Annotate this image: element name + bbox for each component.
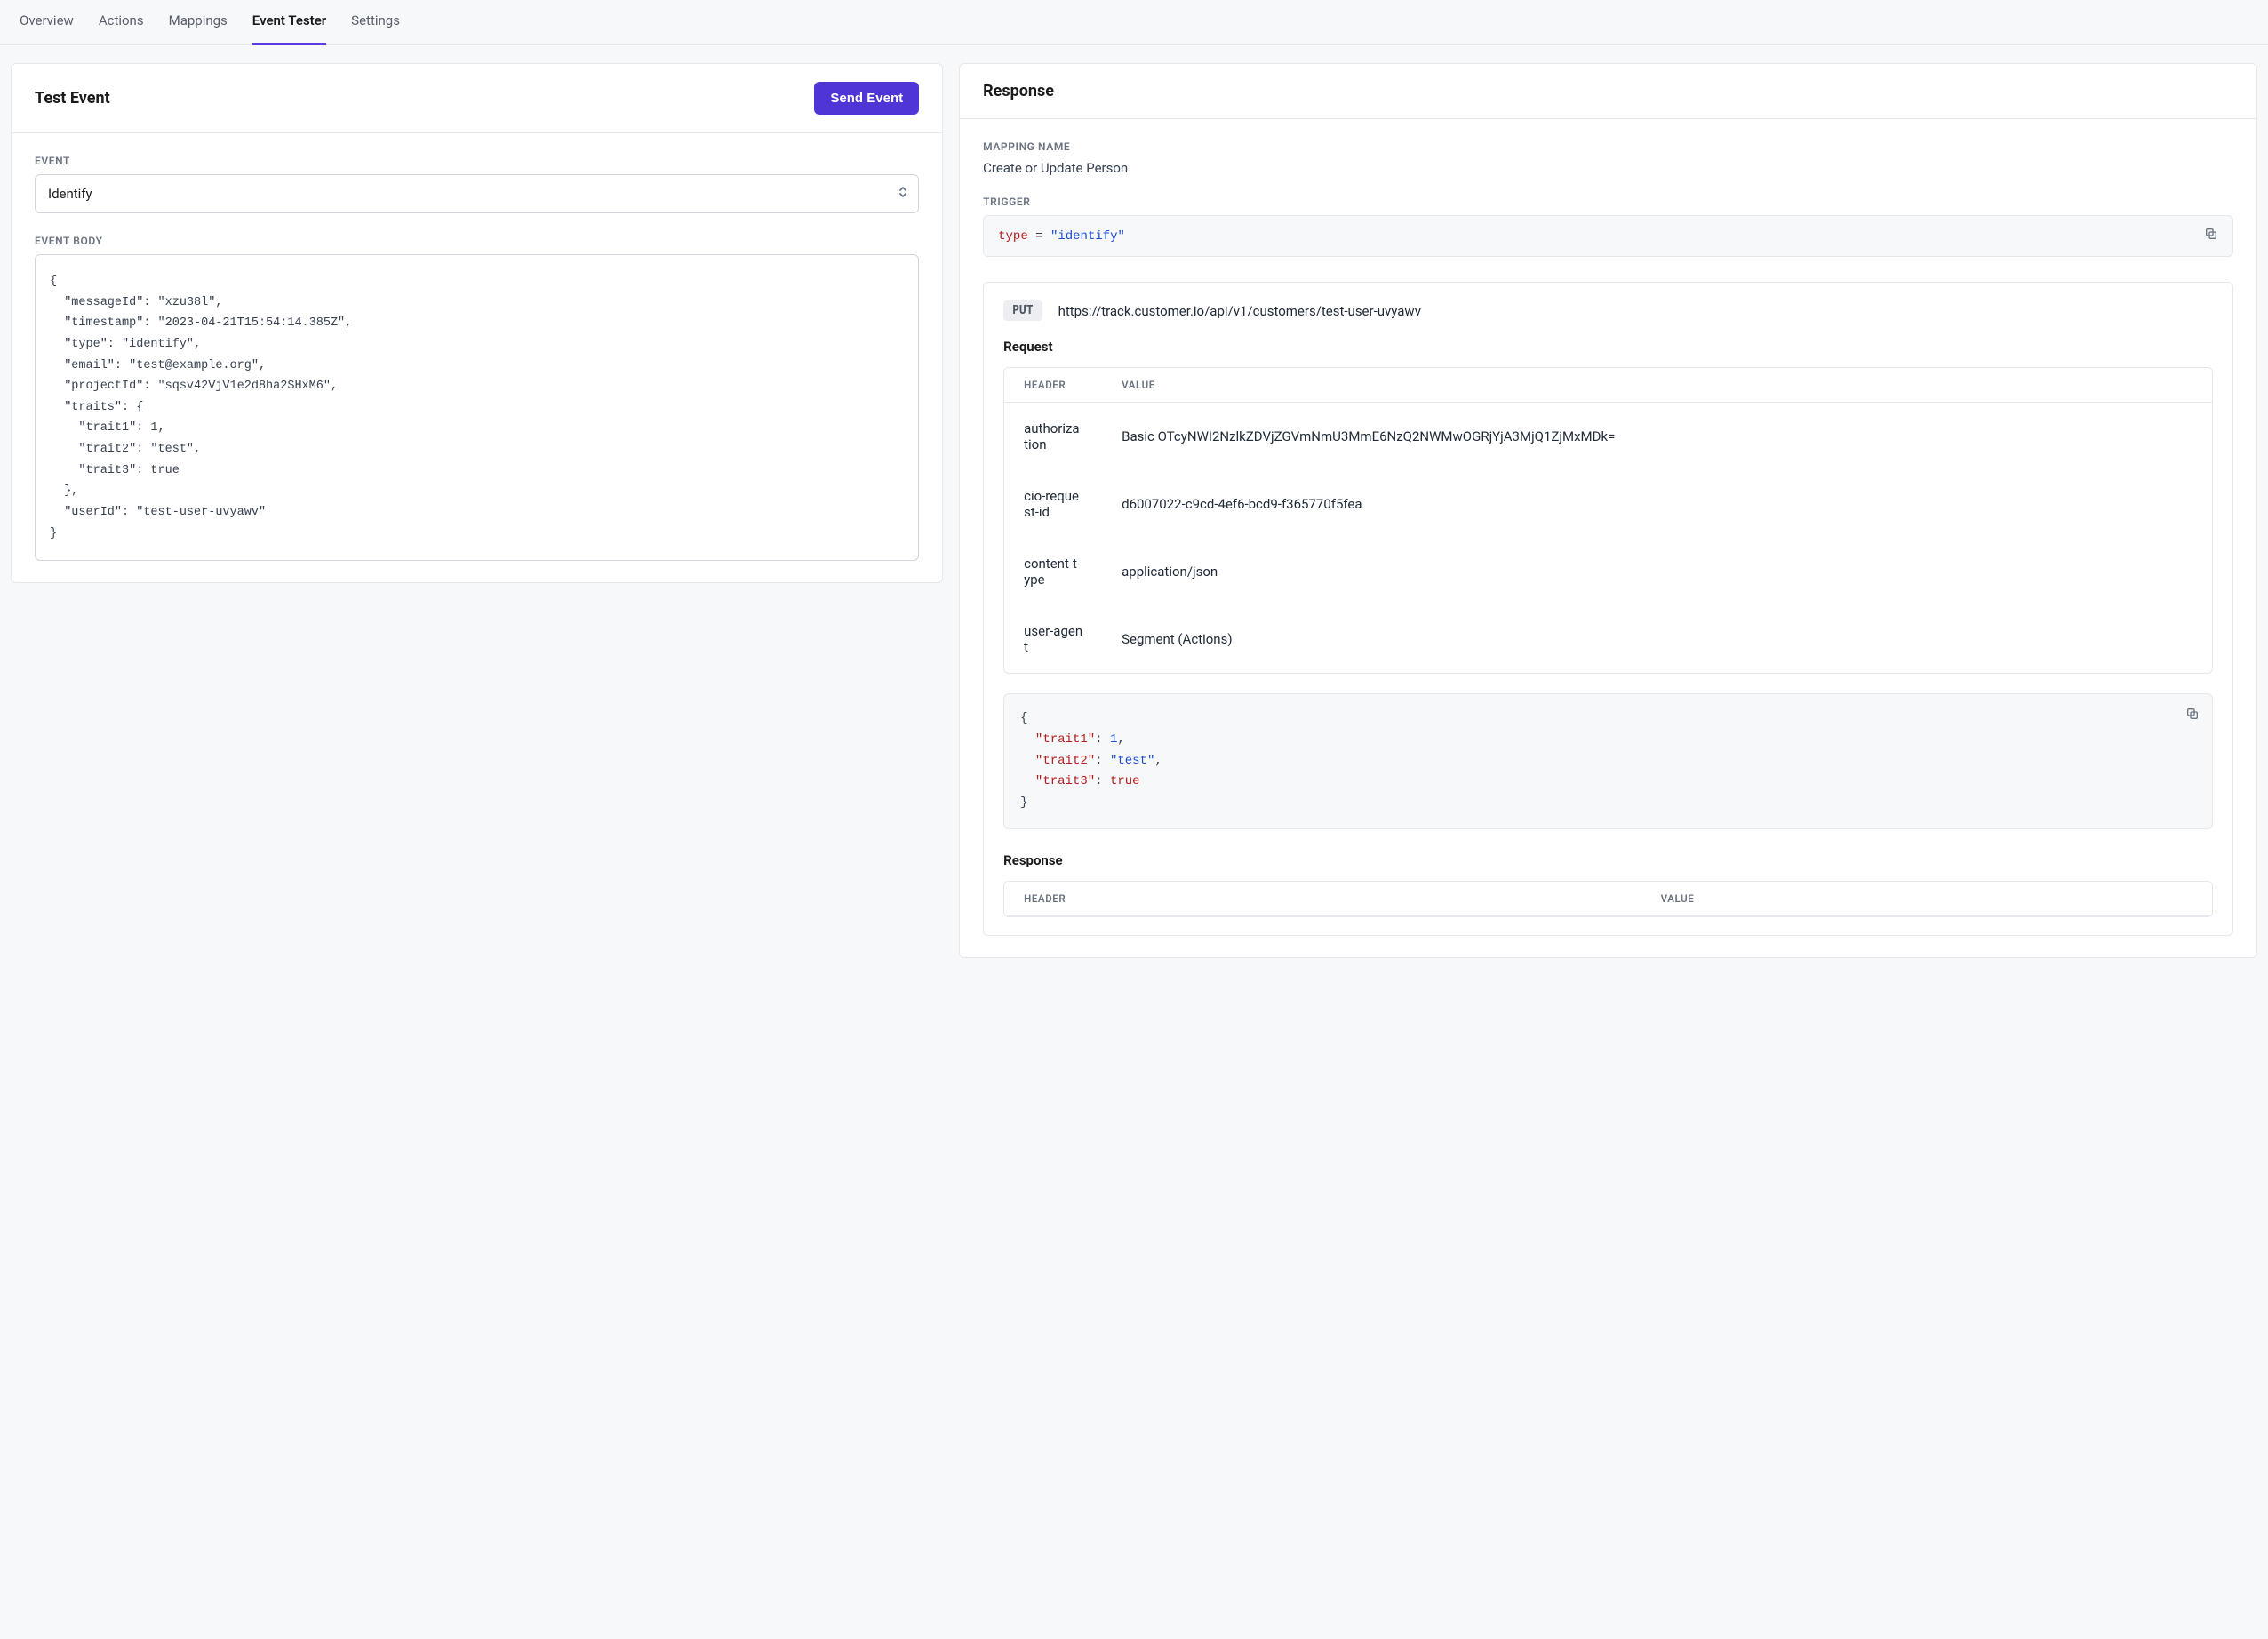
header-name: user-agent: [1004, 605, 1102, 673]
request-section-title: Request: [1003, 339, 2213, 355]
header-value: Segment (Actions): [1102, 605, 2212, 673]
table-row: cio-request-idd6007022-c9cd-4ef6-bcd9-f3…: [1004, 470, 2212, 538]
tab-event-tester[interactable]: Event Tester: [252, 0, 326, 45]
copy-icon[interactable]: [2185, 707, 2200, 730]
event-select[interactable]: Identify: [35, 174, 919, 213]
tab-overview[interactable]: Overview: [20, 0, 74, 45]
header-value: d6007022-c9cd-4ef6-bcd9-f365770f5fea: [1102, 470, 2212, 538]
http-method-badge: PUT: [1003, 300, 1042, 321]
response-headers-table: HEADER VALUE: [1003, 881, 2213, 917]
value-col: VALUE: [1102, 368, 2212, 403]
mapping-name-value: Create or Update Person: [983, 160, 2233, 176]
response-panel: Response MAPPING NAME Create or Update P…: [959, 63, 2257, 958]
tab-mappings[interactable]: Mappings: [169, 0, 228, 45]
request-headers-table: HEADER VALUE authorizationBasic OTcyNWI2…: [1003, 367, 2213, 674]
table-row: user-agentSegment (Actions): [1004, 605, 2212, 673]
header-value: Basic OTcyNWI2NzlkZDVjZGVmNmU3MmE6NzQ2NW…: [1102, 403, 2212, 470]
request-response-block: PUT https://track.customer.io/api/v1/cus…: [983, 282, 2233, 936]
header-name: content-type: [1004, 538, 1102, 605]
response-title: Response: [983, 82, 1054, 100]
tab-actions[interactable]: Actions: [99, 0, 144, 45]
tabs-nav: Overview Actions Mappings Event Tester S…: [0, 0, 2268, 45]
value-col: VALUE: [1641, 882, 2212, 916]
header-col: HEADER: [1004, 882, 1641, 916]
send-event-button[interactable]: Send Event: [814, 82, 919, 115]
mapping-name-label: MAPPING NAME: [983, 140, 2233, 153]
trigger-lhs: type: [998, 229, 1028, 244]
response-section-title: Response: [1003, 852, 2213, 868]
event-body-textarea[interactable]: { "messageId": "xzu38l", "timestamp": "2…: [35, 254, 919, 561]
table-row: authorizationBasic OTcyNWI2NzlkZDVjZGVmN…: [1004, 403, 2212, 470]
header-value: application/json: [1102, 538, 2212, 605]
trigger-rhs: "identify": [1050, 229, 1125, 244]
test-event-panel: Test Event Send Event EVENT Identify EVE…: [11, 63, 943, 583]
trigger-label: TRIGGER: [983, 196, 2233, 208]
header-name: authorization: [1004, 403, 1102, 470]
table-row: content-typeapplication/json: [1004, 538, 2212, 605]
copy-icon[interactable]: [2204, 227, 2218, 245]
trigger-op: =: [1035, 229, 1042, 244]
event-body-label: EVENT BODY: [35, 235, 919, 247]
request-body-json: { "trait1": 1, "trait2": "test", "trait3…: [1003, 693, 2213, 829]
header-name: cio-request-id: [1004, 470, 1102, 538]
header-col: HEADER: [1004, 368, 1102, 403]
trigger-box: type = "identify": [983, 215, 2233, 257]
tab-settings[interactable]: Settings: [351, 0, 400, 45]
event-label: EVENT: [35, 155, 919, 167]
request-url: https://track.customer.io/api/v1/custome…: [1058, 303, 1421, 319]
test-event-title: Test Event: [35, 89, 110, 108]
